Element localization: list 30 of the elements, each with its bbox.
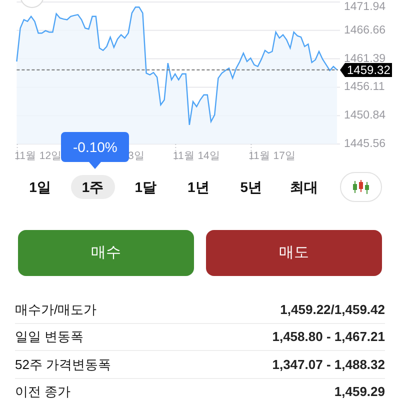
change-tooltip: -0.10% xyxy=(61,132,130,162)
x-axis-label: 11월 14일 xyxy=(172,150,220,162)
stat-label: 매수가/매도가 xyxy=(15,300,97,318)
stat-value: 1,459.29 xyxy=(334,383,385,400)
stat-value: 1,347.07 - 1,488.32 xyxy=(272,356,385,374)
stat-label: 일일 변동폭 xyxy=(15,328,84,346)
stat-value: 1,458.80 - 1,467.21 xyxy=(272,328,385,346)
stat-label: 이전 종가 xyxy=(15,383,71,400)
chart-type-button[interactable] xyxy=(340,172,382,202)
y-axis-label: 1445.56 xyxy=(344,138,386,150)
y-axis-label: 1456.11 xyxy=(344,81,385,94)
y-axis-label: 1471.94 xyxy=(344,1,386,13)
x-axis-label: 11월 17일 xyxy=(248,150,296,162)
period-tab[interactable]: 1주 xyxy=(70,175,115,199)
x-axis-label: 11월 12일 xyxy=(14,150,62,162)
period-tab[interactable]: 1달 xyxy=(124,175,168,199)
current-price-tag: 1459.32 xyxy=(345,62,392,77)
x-axis-label: 3일 xyxy=(128,150,145,162)
y-axis-label: 1466.66 xyxy=(344,24,386,36)
y-axis-label: 1450.84 xyxy=(344,110,386,122)
buy-button[interactable]: 매수 xyxy=(18,230,194,276)
candlestick-icon xyxy=(352,180,370,194)
period-tab[interactable]: 최대 xyxy=(282,175,326,199)
period-tab[interactable]: 5년 xyxy=(229,175,274,199)
period-tab[interactable]: 1일 xyxy=(18,175,62,199)
period-tab[interactable]: 1년 xyxy=(176,175,220,199)
y-axis-label: 1461.39 xyxy=(344,52,386,65)
stat-value: 1,459.22/1,459.42 xyxy=(280,300,385,318)
sell-button[interactable]: 매도 xyxy=(206,230,382,276)
stat-label: 52주 가격변동폭 xyxy=(15,356,112,374)
